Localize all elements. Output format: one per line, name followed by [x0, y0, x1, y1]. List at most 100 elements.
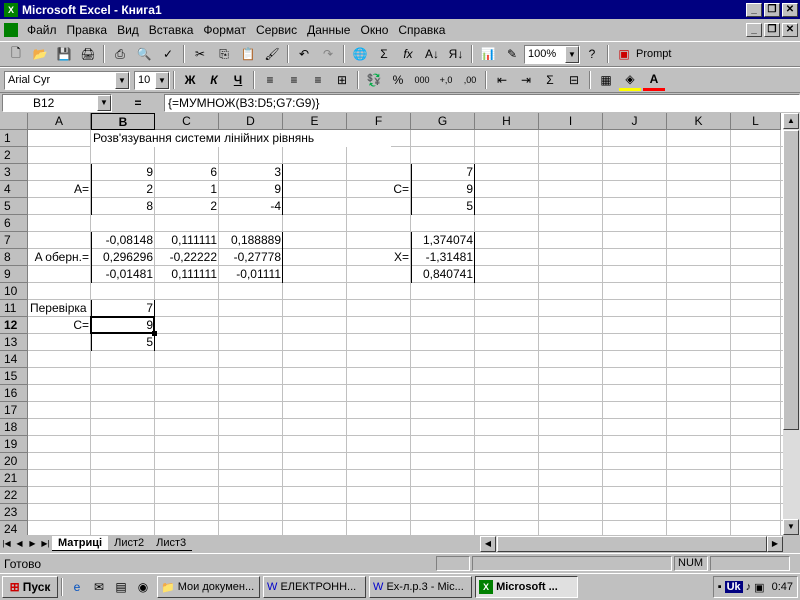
column-header-e[interactable]: E	[283, 113, 347, 130]
paste-icon[interactable]: 📋	[237, 44, 259, 65]
scroll-down-icon[interactable]: ▼	[783, 519, 799, 535]
cell-b9[interactable]: -0,01481	[91, 266, 155, 283]
column-header-l[interactable]: L	[731, 113, 781, 130]
row-header-6[interactable]: 6	[0, 215, 28, 232]
format-painter-icon[interactable]: 🖌	[261, 44, 283, 65]
row-header-9[interactable]: 9	[0, 266, 28, 283]
task-word-doc[interactable]: W ЕЛЕКТРОНН...	[263, 576, 366, 598]
row-header-2[interactable]: 2	[0, 147, 28, 164]
cell-d4[interactable]: 9	[219, 181, 283, 198]
menu-help[interactable]: Справка	[393, 23, 450, 37]
menu-tools[interactable]: Сервис	[251, 23, 302, 37]
bold-icon[interactable]: Ж	[179, 70, 201, 91]
column-header-j[interactable]: J	[603, 113, 667, 130]
scroll-up-icon[interactable]: ▲	[783, 113, 799, 129]
scroll-right-icon[interactable]: ▶	[767, 536, 783, 552]
start-button[interactable]: ⊞ Пуск	[2, 576, 58, 598]
channels-icon[interactable]: ◉	[134, 578, 152, 596]
chart-wizard-icon[interactable]: 📊	[477, 44, 499, 65]
task-my-documents[interactable]: 📁 Мои докумен...	[157, 576, 260, 598]
preview-icon[interactable]: 🔍	[133, 44, 155, 65]
cell-g7[interactable]: 1,374074	[411, 232, 475, 249]
row-header-1[interactable]: 1	[0, 130, 28, 147]
cell-b7[interactable]: -0,08148	[91, 232, 155, 249]
row-header-7[interactable]: 7	[0, 232, 28, 249]
row-header-21[interactable]: 21	[0, 470, 28, 487]
row-header-22[interactable]: 22	[0, 487, 28, 504]
task-word-lab[interactable]: W Ex-л.р.3 - Mic...	[369, 576, 472, 598]
merge-center-icon[interactable]: ⊞	[331, 70, 353, 91]
cell-b3[interactable]: 9	[91, 164, 155, 181]
column-header-d[interactable]: D	[219, 113, 283, 130]
cell-b11[interactable]: 7	[91, 300, 155, 317]
column-header-g[interactable]: G	[411, 113, 475, 130]
table-icon[interactable]: ⊟	[563, 70, 585, 91]
underline-icon[interactable]: Ч	[227, 70, 249, 91]
document-icon[interactable]	[4, 23, 18, 37]
drawing-icon[interactable]: ✎	[501, 44, 523, 65]
cell-c8[interactable]: -0,22222	[155, 249, 219, 266]
row-header-14[interactable]: 14	[0, 351, 28, 368]
column-header-b[interactable]: B	[91, 113, 155, 130]
undo-icon[interactable]: ↶	[293, 44, 315, 65]
fill-color-icon[interactable]: ◈	[619, 70, 641, 91]
sort-ascending-icon[interactable]: A↓	[421, 44, 443, 65]
sort-descending-icon[interactable]: Я↓	[445, 44, 467, 65]
increase-decimal-icon[interactable]: +,0	[435, 70, 457, 91]
align-left-icon[interactable]: ≡	[259, 70, 281, 91]
cell-d7[interactable]: 0,188889	[219, 232, 283, 249]
cell-c9[interactable]: 0,111111	[155, 266, 219, 283]
print-icon[interactable]: ⎙	[109, 44, 131, 65]
tab-sheet3[interactable]: Лист3	[150, 536, 193, 551]
cell-b8[interactable]: 0,296296	[91, 249, 155, 266]
increase-indent-icon[interactable]: ⇥	[515, 70, 537, 91]
help-icon[interactable]: ?	[581, 44, 603, 65]
cell-g4[interactable]: 9	[411, 181, 475, 198]
scroll-thumb[interactable]	[783, 130, 799, 430]
italic-icon[interactable]: К	[203, 70, 225, 91]
chevron-down-icon[interactable]: ▼	[155, 71, 169, 89]
row-header-18[interactable]: 18	[0, 419, 28, 436]
doc-close-button[interactable]: ✕	[782, 23, 798, 37]
menu-view[interactable]: Вид	[112, 23, 144, 37]
first-sheet-icon[interactable]: |◀	[0, 537, 13, 551]
cell-c5[interactable]: 2	[155, 198, 219, 215]
percent-icon[interactable]: %	[387, 70, 409, 91]
h-scroll-thumb[interactable]	[497, 536, 767, 552]
fill-handle[interactable]	[152, 331, 157, 336]
font-color-icon[interactable]: A	[643, 70, 665, 91]
doc-restore-button[interactable]: ❐	[764, 23, 780, 37]
print-preview-icon[interactable]: 🖨	[77, 44, 99, 65]
row-header-5[interactable]: 5	[0, 198, 28, 215]
hyperlink-icon[interactable]: 🌐	[349, 44, 371, 65]
row-header-3[interactable]: 3	[0, 164, 28, 181]
minimize-button[interactable]: _	[746, 2, 762, 17]
desktop-icon[interactable]: ▤	[112, 578, 130, 596]
menu-window[interactable]: Окно	[355, 23, 393, 37]
menu-format[interactable]: Формат	[198, 23, 251, 37]
chevron-down-icon[interactable]: ▼	[115, 71, 129, 89]
cell-a8[interactable]: A оберн.=	[28, 249, 91, 266]
cell-a11[interactable]: Перевірка	[28, 300, 91, 317]
internet-explorer-icon[interactable]: e	[68, 578, 86, 596]
tray-app-icon[interactable]: ▪	[718, 581, 722, 593]
cell-d8[interactable]: -0,27778	[219, 249, 283, 266]
row-header-4[interactable]: 4	[0, 181, 28, 198]
cell-c3[interactable]: 6	[155, 164, 219, 181]
decrease-indent-icon[interactable]: ⇤	[491, 70, 513, 91]
cell-b5[interactable]: 8	[91, 198, 155, 215]
column-header-f[interactable]: F	[347, 113, 411, 130]
volume-icon[interactable]: ♪	[746, 581, 752, 593]
worksheet-grid[interactable]: A B C D E F G H I J K L 1 2 3 4 5 6 7 8 9 10 11 12 13 14 15 16 17 18 1…	[0, 113, 783, 535]
row-header-20[interactable]: 20	[0, 453, 28, 470]
network-icon[interactable]: ▣	[754, 581, 764, 594]
prompt-label[interactable]: Prompt	[636, 48, 671, 60]
spelling-icon[interactable]: ✓	[157, 44, 179, 65]
cell-d9[interactable]: -0,01111	[219, 266, 283, 283]
cell-g3[interactable]: 7	[411, 164, 475, 181]
cell-a4[interactable]: A=	[28, 181, 91, 198]
function-icon[interactable]: fx	[397, 44, 419, 65]
language-indicator[interactable]: Uk	[724, 581, 743, 593]
cell-d5[interactable]: -4	[219, 198, 283, 215]
menu-insert[interactable]: Вставка	[144, 23, 199, 37]
